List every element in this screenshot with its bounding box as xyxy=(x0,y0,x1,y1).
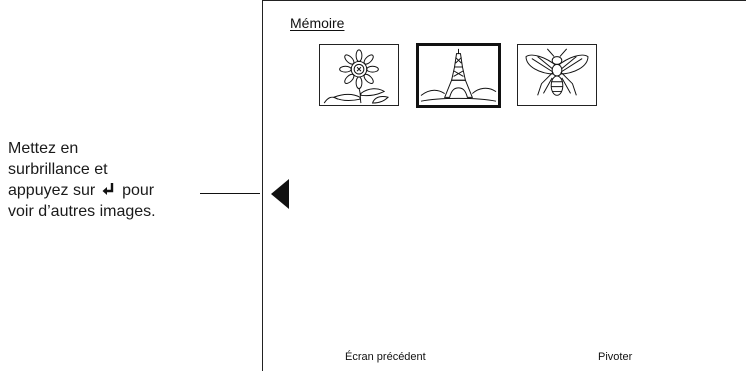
enter-return-icon xyxy=(102,181,116,195)
sunflower-icon xyxy=(323,49,389,104)
rotate-button[interactable]: Pivoter xyxy=(598,351,632,363)
callout-line-3: appuyez sur pour xyxy=(8,180,208,201)
callout-line-1: Mettez en xyxy=(8,140,79,157)
thumbnail-sunflower[interactable] xyxy=(319,44,399,106)
callout-line-3-start: appuyez sur xyxy=(8,182,96,199)
fly-icon xyxy=(525,48,589,96)
callout-leader-line xyxy=(200,193,260,194)
callout-text: Mettez en surbrillance et appuyez sur po… xyxy=(8,138,208,222)
memory-screen: Mémoire Écran précédent Pivoter xyxy=(262,0,746,371)
previous-images-arrow[interactable] xyxy=(271,179,289,209)
thumbnail-fly[interactable] xyxy=(517,44,597,106)
callout-line-3-end: pour xyxy=(122,182,155,199)
callout-line-2: surbrillance et xyxy=(8,161,108,178)
callout-line-4: voir d’autres images. xyxy=(8,203,156,220)
page-title: Mémoire xyxy=(290,15,345,31)
screen-top-border xyxy=(263,0,746,1)
previous-screen-button[interactable]: Écran précédent xyxy=(345,351,426,363)
thumbnail-eiffel-tower[interactable] xyxy=(416,43,501,108)
eiffel-tower-icon xyxy=(420,48,497,102)
